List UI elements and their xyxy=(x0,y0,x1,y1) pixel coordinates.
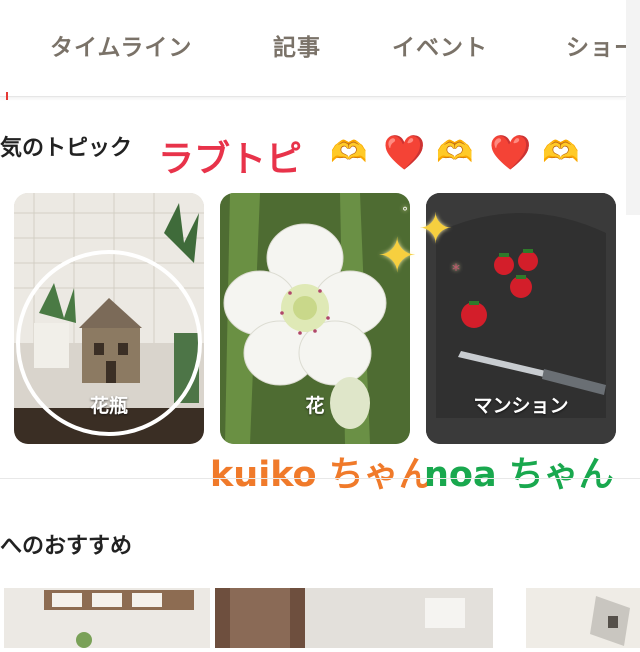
sparkle-icon: * xyxy=(452,260,460,279)
topic-card-mansion[interactable]: マンション xyxy=(426,193,616,444)
topic-card-vase[interactable]: 花瓶 xyxy=(14,193,204,444)
red-heart-icon: ❤️ xyxy=(383,133,426,173)
recommend-photo xyxy=(526,588,640,648)
tab-articles[interactable]: 記事 xyxy=(273,28,321,62)
love-topic-overlay: ラブトピ xyxy=(158,139,303,180)
topics-section-title: 気のトピック xyxy=(0,136,133,161)
sparkle-icon: ✦ xyxy=(418,204,454,253)
sparkle-icon: ✦ xyxy=(377,228,418,284)
name-kuiko: kuiko ちゃん xyxy=(210,446,434,497)
recommend-card[interactable] xyxy=(526,588,640,648)
name-noa: noa ちゃん xyxy=(424,446,614,497)
heart-hands-icon: 🫶 xyxy=(436,135,474,170)
heart-hands-icon: 🫶 xyxy=(542,135,580,170)
recommend-card[interactable] xyxy=(4,588,210,648)
red-heart-icon: ❤️ xyxy=(489,133,532,173)
tab-events[interactable]: イベント xyxy=(392,28,488,62)
recommend-photo xyxy=(215,588,493,648)
card-label: 花瓶 xyxy=(89,395,128,417)
name-kuiko-text: kuiko ちゃん xyxy=(210,455,434,495)
tab-bar: タイムライン 記事 イベント ショー xyxy=(0,0,626,97)
section-divider xyxy=(0,478,640,479)
sparkle-icon: ° xyxy=(402,205,408,219)
name-noa-text: noa ちゃん xyxy=(424,455,614,495)
tab-show[interactable]: ショー xyxy=(566,28,626,62)
recommend-card[interactable] xyxy=(215,588,493,648)
recommend-section-title: へのおすすめ xyxy=(0,534,133,559)
heart-hands-icon: 🫶 xyxy=(330,135,368,170)
active-indicator xyxy=(6,92,8,100)
card-label: 花 xyxy=(305,395,325,417)
tab-timeline[interactable]: タイムライン xyxy=(50,28,192,62)
scroll-edge xyxy=(626,0,640,215)
card-label: マンション xyxy=(473,395,569,417)
recommend-photo xyxy=(4,588,210,648)
